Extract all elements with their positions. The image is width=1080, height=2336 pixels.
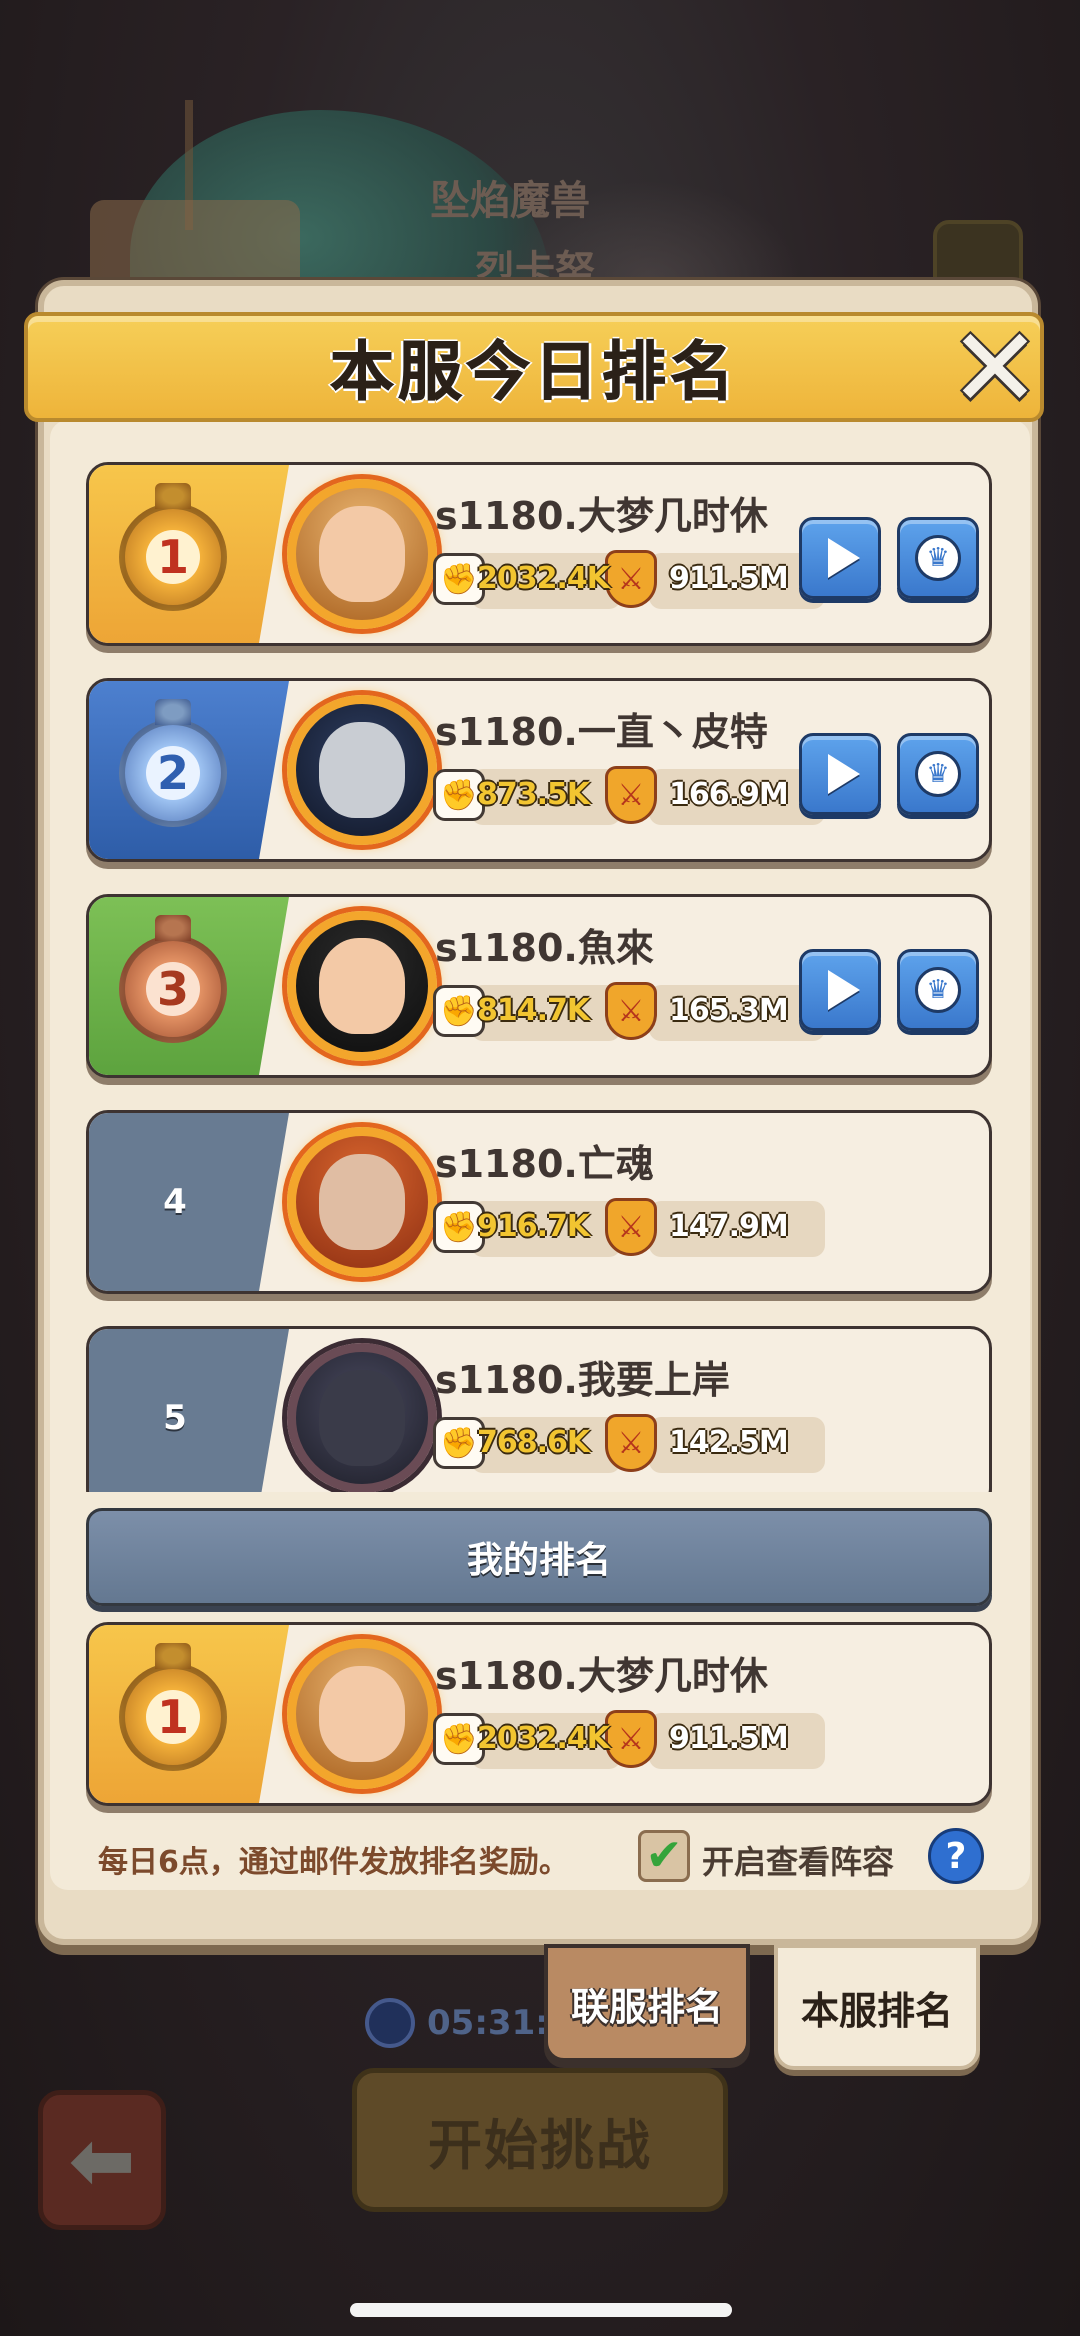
damage-value: 147.9M <box>669 1209 789 1244</box>
tab-cross-server-ranking[interactable]: 联服排名 <box>544 1944 750 2062</box>
replay-button[interactable] <box>799 517 881 599</box>
player-name: s1180.一直丶皮特 <box>435 710 768 754</box>
bronze-medal-icon: 3 <box>119 935 227 1043</box>
show-lineup-checkbox[interactable]: ✔ <box>638 1830 690 1882</box>
sword-shield-icon: ⚔ <box>601 979 661 1043</box>
avatar-face <box>319 1370 405 1466</box>
panel-title: 本服今日排名 <box>330 336 738 411</box>
start-challenge-label: 开始挑战 <box>428 2113 652 2177</box>
play-icon <box>828 970 860 1010</box>
back-arrow-icon: ⬅ <box>68 2113 136 2207</box>
sword-shield-icon: ⚔ <box>601 547 661 611</box>
start-challenge-button: 开始挑战 <box>352 2068 728 2212</box>
player-name: s1180.亡魂 <box>435 1142 654 1186</box>
rank-number: 5 <box>163 1398 187 1438</box>
damage-value: 166.9M <box>669 777 789 812</box>
power-value: 2032.4K <box>477 561 610 596</box>
power-value: 873.5K <box>477 777 590 812</box>
ranking-row: 5 s1180.我要上岸 ✊ ⚔ 768.6K 142.5M <box>86 1326 992 1492</box>
ranking-row: 3 s1180.魚來 ✊ ⚔ 814.7K 165.3M ♛ <box>86 894 992 1078</box>
my-rank-container: 1 s1180.大梦几时休 ✊ ⚔ 2032.4K 911.5M <box>86 1622 992 1806</box>
player-avatar[interactable] <box>287 911 437 1061</box>
ranking-row: 4 s1180.亡魂 ✊ ⚔ 916.7K 147.9M <box>86 1110 992 1294</box>
view-lineup-button[interactable]: ♛ <box>897 733 979 815</box>
my-rank-header: 我的排名 <box>86 1508 992 1606</box>
replay-button[interactable] <box>799 733 881 815</box>
view-lineup-button[interactable]: ♛ <box>897 517 979 599</box>
avatar-face <box>319 938 405 1034</box>
power-value: 768.6K <box>477 1425 590 1460</box>
damage-value: 165.3M <box>669 993 789 1028</box>
panel-title-bar: 本服今日排名 <box>24 312 1044 422</box>
damage-value: 142.5M <box>669 1425 789 1460</box>
silver-medal-icon: 2 <box>119 719 227 827</box>
back-button: ⬅ <box>38 2090 166 2230</box>
tab-local-server-ranking[interactable]: 本服排名 <box>774 1944 980 2070</box>
question-icon: ? <box>945 1835 967 1877</box>
my-ranking-row: 1 s1180.大梦几时休 ✊ ⚔ 2032.4K 911.5M <box>86 1622 992 1806</box>
player-name: s1180.魚來 <box>435 926 654 970</box>
help-button[interactable]: ? <box>928 1828 984 1884</box>
home-indicator[interactable] <box>350 2303 732 2317</box>
clock-icon <box>365 1998 415 2048</box>
sword-shield-icon: ⚔ <box>601 1411 661 1475</box>
sword-shield-icon: ⚔ <box>601 1707 661 1771</box>
player-name: s1180.大梦几时休 <box>435 1654 768 1698</box>
damage-value: 911.5M <box>669 1721 789 1756</box>
close-icon: ✕ <box>948 304 1042 432</box>
gold-medal-icon: 1 <box>119 1663 227 1771</box>
boss-name: 坠焰魔兽 <box>430 178 590 224</box>
reward-note: 每日6点，通过邮件发放排名奖励。 <box>98 1845 569 1880</box>
player-avatar[interactable] <box>287 1127 437 1277</box>
player-avatar[interactable] <box>287 479 437 629</box>
play-icon <box>828 538 860 578</box>
player-avatar[interactable] <box>287 1343 437 1492</box>
player-name: s1180.大梦几时休 <box>435 494 768 538</box>
ranking-row: 1 s1180.大梦几时休 ✊ ⚔ 2032.4K 911.5M ♛ <box>86 462 992 646</box>
ranking-row: 2 s1180.一直丶皮特 ✊ ⚔ 873.5K 166.9M ♛ <box>86 678 992 862</box>
lineup-icon: ♛ <box>915 535 961 581</box>
player-avatar[interactable] <box>287 1639 437 1789</box>
power-value: 916.7K <box>477 1209 590 1244</box>
avatar-face <box>319 506 405 602</box>
rank-number: 4 <box>163 1182 187 1222</box>
view-lineup-button[interactable]: ♛ <box>897 949 979 1031</box>
ranking-list[interactable]: 1 s1180.大梦几时休 ✊ ⚔ 2032.4K 911.5M ♛ 2 s11… <box>86 462 992 1492</box>
play-icon <box>828 754 860 794</box>
my-rank-label: 我的排名 <box>466 1540 611 1581</box>
checkmark-icon: ✔ <box>645 1830 683 1881</box>
power-value: 2032.4K <box>477 1721 610 1756</box>
close-button[interactable]: ✕ <box>940 304 1050 432</box>
timer: 05:31:4 <box>365 1995 572 2051</box>
sword-shield-icon: ⚔ <box>601 763 661 827</box>
avatar-face <box>319 722 405 818</box>
power-value: 814.7K <box>477 993 590 1028</box>
lineup-icon: ♛ <box>915 967 961 1013</box>
lineup-icon: ♛ <box>915 751 961 797</box>
sword-shield-icon: ⚔ <box>601 1195 661 1259</box>
player-name: s1180.我要上岸 <box>435 1358 730 1402</box>
damage-value: 911.5M <box>669 561 789 596</box>
replay-button[interactable] <box>799 949 881 1031</box>
avatar-face <box>319 1154 405 1250</box>
tab-local-server-label: 本服排名 <box>800 1988 953 2033</box>
player-avatar[interactable] <box>287 695 437 845</box>
avatar-face <box>319 1666 405 1762</box>
show-lineup-label[interactable]: 开启查看阵容 <box>702 1837 894 1883</box>
gold-medal-icon: 1 <box>119 503 227 611</box>
tab-cross-server-label: 联服排名 <box>570 1984 723 2029</box>
